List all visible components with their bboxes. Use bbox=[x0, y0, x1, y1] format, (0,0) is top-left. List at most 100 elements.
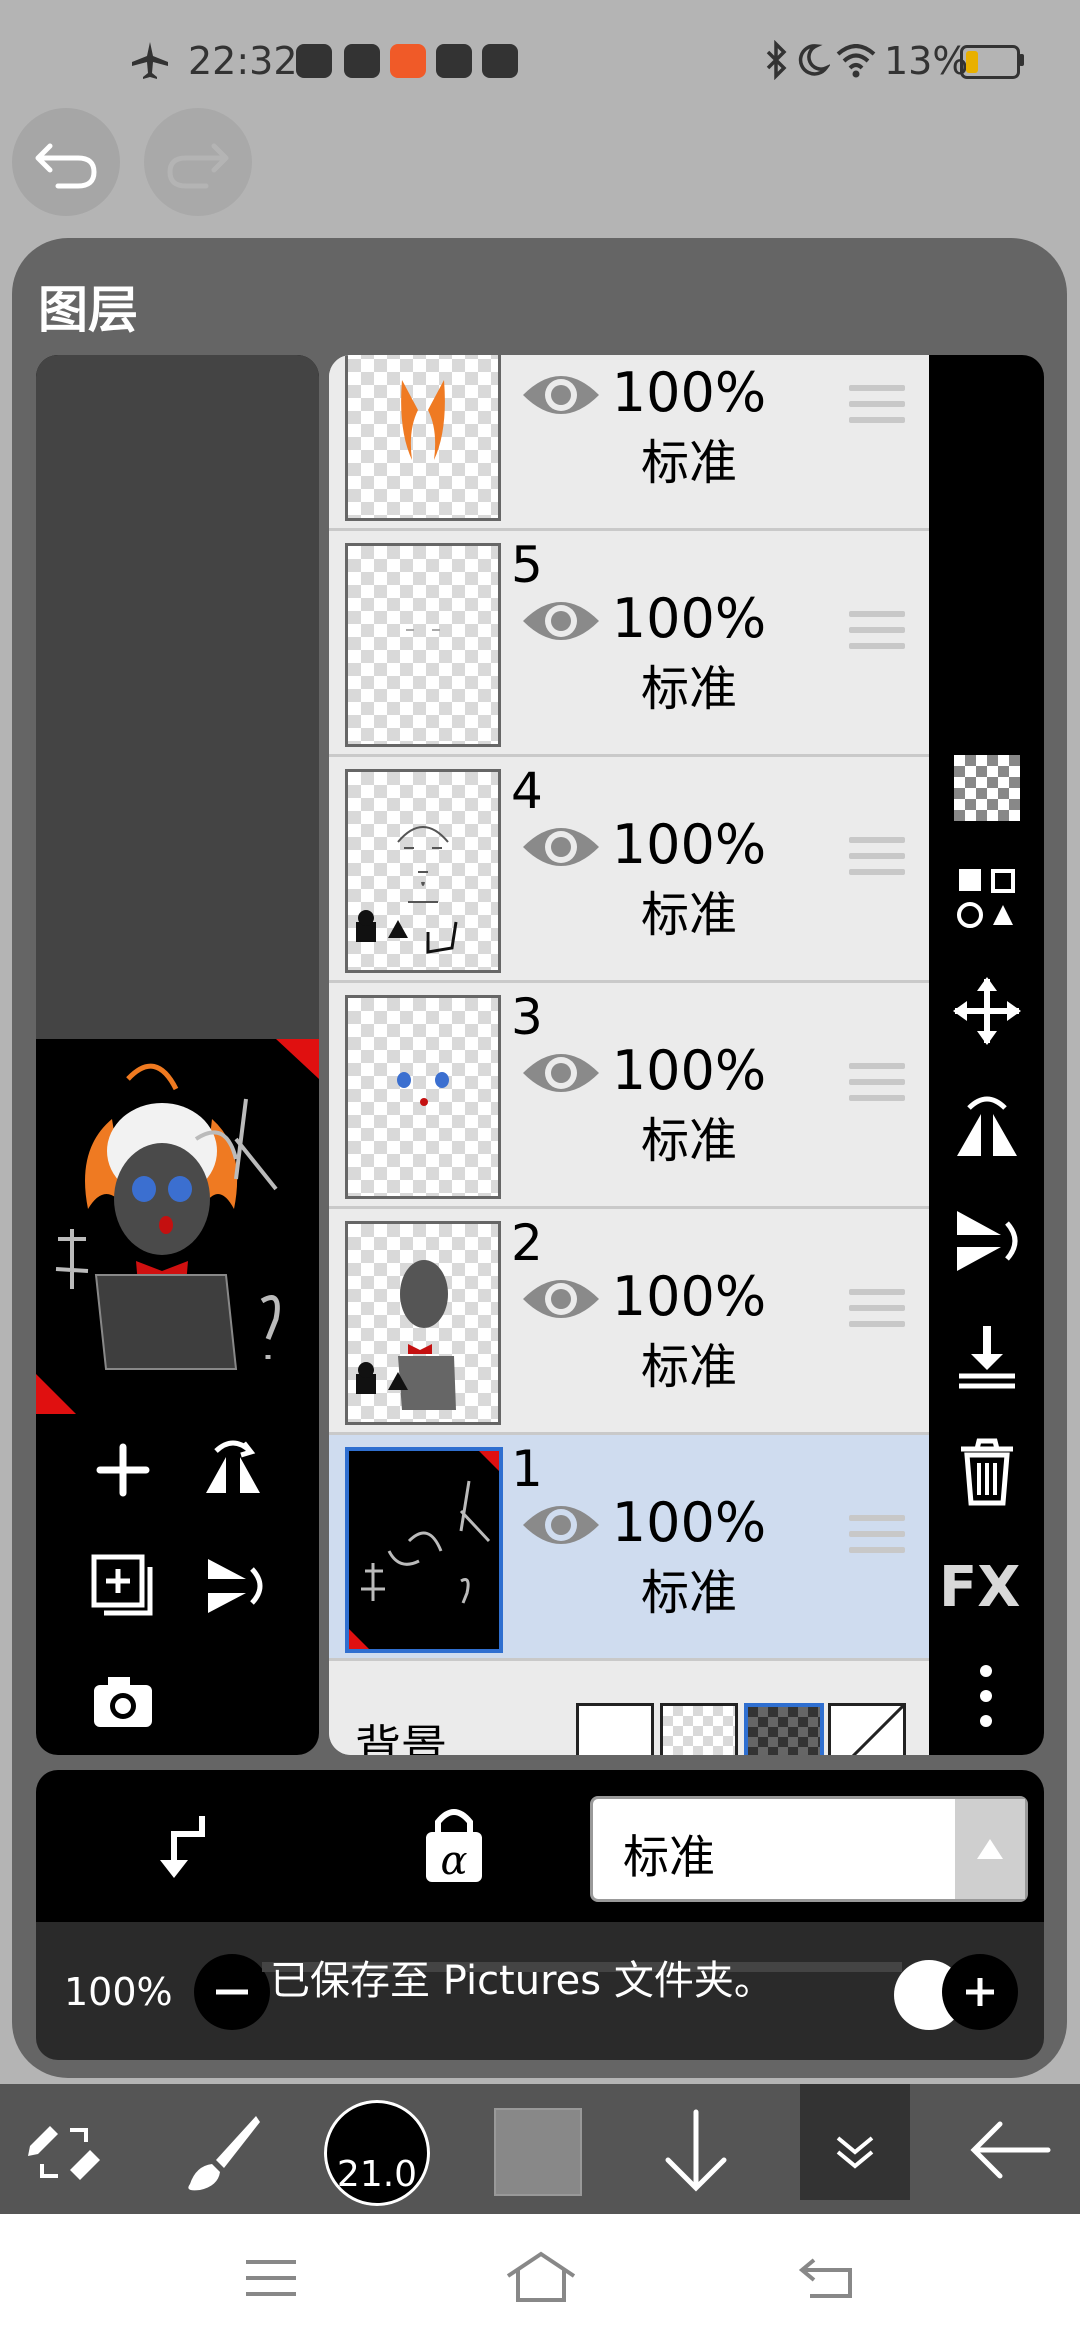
system-navigation-bar bbox=[0, 2214, 1080, 2340]
layer-row[interactable]: 5 100% 标准 bbox=[329, 531, 929, 757]
panel-title: 图层 bbox=[38, 281, 138, 339]
layer-blend-mode[interactable]: 标准 bbox=[589, 1565, 789, 1621]
drag-handle-icon[interactable] bbox=[849, 1063, 905, 1113]
layer-row[interactable]: 3 100% 标准 bbox=[329, 983, 929, 1209]
minus-icon bbox=[216, 1989, 248, 1995]
tiktok-notification-icon-2 bbox=[482, 44, 518, 78]
svg-text:α: α bbox=[440, 1838, 467, 1884]
moon-icon bbox=[798, 44, 830, 76]
layer-blend-mode[interactable]: 标准 bbox=[589, 435, 789, 491]
collapse-panel-button[interactable] bbox=[800, 2084, 910, 2200]
redo-icon bbox=[167, 143, 229, 189]
checkerboard-transparency-icon[interactable] bbox=[954, 755, 1020, 821]
move-icon[interactable] bbox=[951, 975, 1023, 1047]
zoom-value: 100% bbox=[64, 1970, 173, 2014]
layer-opacity[interactable]: 100% bbox=[589, 815, 789, 875]
layer-row[interactable]: 2 100% 标准 bbox=[329, 1209, 929, 1435]
blend-mode-dropdown[interactable]: 标准 bbox=[590, 1796, 1028, 1902]
swap-layer-icon[interactable] bbox=[951, 863, 1023, 935]
background-white-option[interactable] bbox=[576, 1703, 654, 1755]
layer-opacity[interactable]: 100% bbox=[589, 1041, 789, 1101]
artwork-thumbnail bbox=[36, 1039, 319, 1414]
drag-handle-icon[interactable] bbox=[849, 611, 905, 661]
bottom-toolbar: 21.0 bbox=[0, 2084, 1080, 2214]
app-notification-icon bbox=[344, 44, 380, 78]
background-label: 背景 bbox=[355, 1720, 447, 1755]
layer-list: 100% 标准 5 100% 标准 4 100% 标准 3 100% 标准 2 … bbox=[329, 355, 929, 1755]
alpha-lock-icon[interactable]: α bbox=[414, 1802, 494, 1888]
brush-size-value: 21.0 bbox=[336, 2154, 418, 2195]
layer-tools-sidebar: FX bbox=[929, 355, 1044, 1755]
merge-down-icon[interactable] bbox=[951, 1320, 1023, 1392]
drag-handle-icon[interactable] bbox=[849, 1515, 905, 1565]
drag-handle-icon[interactable] bbox=[849, 1289, 905, 1339]
saved-toast: 已保存至 Pictures 文件夹。 bbox=[270, 1958, 774, 2004]
layer-row[interactable]: 4 100% 标准 bbox=[329, 757, 929, 983]
layer-thumbnail bbox=[345, 769, 501, 973]
layer-blend-mode[interactable]: 标准 bbox=[589, 887, 789, 943]
shop-notification-icon bbox=[390, 44, 426, 78]
add-layer-icon[interactable] bbox=[88, 1435, 158, 1505]
back-nav-icon[interactable] bbox=[798, 2254, 854, 2300]
layer-row[interactable]: 100% 标准 bbox=[329, 355, 929, 531]
flip-vertical-icon[interactable] bbox=[198, 1551, 268, 1621]
layer-controls-bar: α 标准 bbox=[36, 1770, 1044, 1922]
pen-eraser-swap-icon[interactable] bbox=[22, 2110, 106, 2194]
layer-thumbnail bbox=[345, 995, 501, 1199]
zoom-out-button[interactable] bbox=[194, 1954, 270, 2030]
camera-icon[interactable] bbox=[88, 1667, 158, 1737]
leaf-notification-icon bbox=[436, 44, 472, 78]
battery-icon bbox=[960, 45, 1020, 79]
layer-blend-mode[interactable]: 标准 bbox=[589, 1113, 789, 1169]
drag-handle-icon[interactable] bbox=[849, 837, 905, 887]
undo-button[interactable] bbox=[12, 108, 120, 216]
home-icon[interactable] bbox=[504, 2248, 578, 2304]
drag-handle-icon[interactable] bbox=[849, 385, 905, 435]
color-swatch[interactable] bbox=[494, 2108, 582, 2196]
layer-opacity[interactable]: 100% bbox=[589, 589, 789, 649]
menu-icon[interactable] bbox=[244, 2256, 298, 2300]
fx-button[interactable]: FX bbox=[939, 1555, 1020, 1620]
arrow-down-icon[interactable] bbox=[656, 2106, 736, 2196]
layer-blend-mode[interactable]: 标准 bbox=[589, 1339, 789, 1395]
dropdown-toggle[interactable] bbox=[955, 1799, 1025, 1899]
blend-mode-value: 标准 bbox=[623, 1830, 715, 1884]
layer-thumbnail bbox=[345, 1447, 503, 1653]
wifi-icon bbox=[836, 44, 876, 78]
back-arrow-icon[interactable] bbox=[968, 2110, 1054, 2190]
duplicate-layer-icon[interactable] bbox=[88, 1551, 158, 1621]
chevron-up-icon bbox=[977, 1839, 1003, 1859]
layer-row-selected[interactable]: 1 100% 标准 bbox=[329, 1435, 929, 1661]
bluetooth-icon bbox=[766, 40, 787, 80]
brush-icon[interactable] bbox=[176, 2108, 266, 2198]
layer-thumbnail bbox=[345, 543, 501, 747]
flip-vertical-icon[interactable] bbox=[951, 1205, 1023, 1277]
flip-horizontal-icon[interactable] bbox=[951, 1090, 1023, 1162]
flip-horizontal-icon[interactable] bbox=[198, 1435, 268, 1505]
tiktok-notification-icon bbox=[296, 44, 332, 78]
layer-number: 2 bbox=[511, 1214, 543, 1272]
background-transparent-option[interactable] bbox=[660, 1703, 738, 1755]
background-none-option[interactable] bbox=[828, 1703, 906, 1755]
layer-number: 3 bbox=[511, 988, 543, 1046]
trash-icon[interactable] bbox=[951, 1435, 1023, 1507]
canvas-preview-column bbox=[36, 355, 319, 1755]
background-row: 背景 bbox=[329, 1693, 929, 1755]
layer-number: 5 bbox=[511, 536, 543, 594]
canvas-preview[interactable] bbox=[36, 1039, 319, 1414]
layer-thumbnail bbox=[345, 355, 501, 521]
brush-size-button[interactable]: 21.0 bbox=[324, 2100, 430, 2206]
battery-percent: 13% bbox=[884, 39, 969, 83]
airplane-mode-icon bbox=[132, 42, 168, 79]
background-dark-checker-option[interactable] bbox=[744, 1703, 824, 1755]
redo-button[interactable] bbox=[144, 108, 252, 216]
more-options-icon[interactable] bbox=[971, 1661, 1001, 1731]
layer-blend-mode[interactable]: 标准 bbox=[589, 661, 789, 717]
layer-opacity[interactable]: 100% bbox=[589, 363, 789, 423]
zoom-in-button[interactable] bbox=[942, 1954, 1018, 2030]
layer-opacity[interactable]: 100% bbox=[589, 1267, 789, 1327]
layer-number: 1 bbox=[511, 1440, 543, 1498]
layer-opacity[interactable]: 100% bbox=[589, 1493, 789, 1553]
undo-icon bbox=[35, 143, 97, 189]
clip-layer-icon[interactable] bbox=[146, 1808, 222, 1884]
